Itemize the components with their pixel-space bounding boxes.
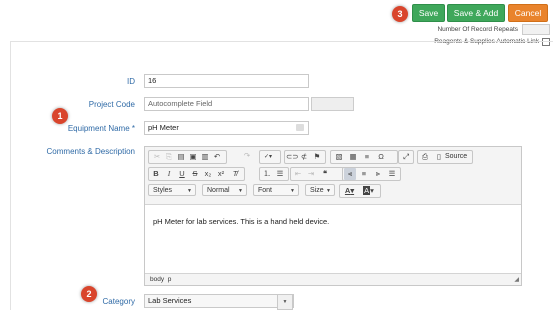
- spellcheck-group: ✓▾: [259, 150, 281, 164]
- clipboard-group: ✂ ⎘ ▤ ▣ ▥ ↶: [148, 150, 227, 164]
- background-color-button[interactable]: A▾: [360, 185, 377, 197]
- anchor-icon[interactable]: ⚑: [311, 151, 323, 163]
- remove-format-icon[interactable]: T̸: [229, 168, 241, 180]
- list-group: ⒈ ☰: [259, 167, 289, 181]
- id-field[interactable]: 16: [144, 74, 309, 88]
- cancel-button[interactable]: Cancel: [508, 4, 548, 22]
- size-dropdown-label: Size: [310, 187, 324, 194]
- source-button[interactable]: Source: [445, 151, 467, 163]
- format-dropdown-label: Normal: [207, 187, 230, 194]
- chevron-down-icon[interactable]: ▼: [277, 294, 293, 310]
- basic-styles-group: B I U S x₂ x² T̸: [148, 167, 245, 181]
- chevron-down-icon: ▼: [290, 188, 295, 194]
- strikethrough-icon[interactable]: S: [189, 168, 201, 180]
- align-group: ⫷ ≡ ⫸ ☰: [342, 167, 401, 181]
- rich-text-editor: ✂ ⎘ ▤ ▣ ▥ ↶ ↷ ✓▾ ⊂⊃ ⊄ ⚑ ▧ ▦ ≡ Ω ⤢ ⎙ ▯ So…: [144, 146, 522, 286]
- save-button[interactable]: Save: [412, 4, 445, 22]
- indent-icon[interactable]: ⇥: [305, 168, 317, 180]
- maximize-group: ⤢: [398, 150, 414, 164]
- redo-icon[interactable]: ↷: [241, 150, 253, 162]
- text-color-button[interactable]: A▾: [341, 185, 358, 197]
- styles-dropdown-label: Styles: [153, 187, 173, 194]
- category-select[interactable]: Lab Services: [144, 294, 294, 308]
- size-dropdown[interactable]: Size ▼: [305, 184, 335, 196]
- subscript-icon[interactable]: x₂: [202, 168, 214, 180]
- save-and-add-button[interactable]: Save & Add: [447, 4, 505, 22]
- project-code-label: Project Code: [88, 100, 135, 109]
- chevron-down-icon: ▼: [187, 188, 192, 194]
- copy-icon[interactable]: ⎘: [163, 151, 175, 163]
- path-body[interactable]: body: [150, 276, 164, 283]
- document-group: ⎙ ▯ Source: [417, 150, 473, 164]
- maximize-icon[interactable]: ⤢: [400, 151, 412, 163]
- horizontal-rule-icon[interactable]: ≡: [361, 151, 373, 163]
- spellcheck-icon[interactable]: ✓▾: [262, 151, 274, 163]
- superscript-icon[interactable]: x²: [215, 168, 227, 180]
- element-path: body p: [150, 276, 171, 283]
- font-dropdown-label: Font: [258, 187, 273, 194]
- indent-group: ⇤ ⇥ ❝: [290, 167, 348, 181]
- chevron-down-icon: ▼: [238, 188, 243, 194]
- callout-badge-1: 1: [52, 108, 68, 124]
- outdent-icon[interactable]: ⇤: [292, 168, 304, 180]
- cut-icon[interactable]: ✂: [151, 151, 163, 163]
- editor-paragraph: pH Meter for lab services. This is a han…: [153, 217, 330, 226]
- record-repeats-label: Number Of Record Repeats: [437, 26, 518, 33]
- project-code-field[interactable]: Autocomplete Field: [144, 97, 309, 111]
- blockquote-icon[interactable]: ❝: [319, 168, 331, 180]
- path-p[interactable]: p: [168, 276, 172, 283]
- link-group: ⊂⊃ ⊄ ⚑: [284, 150, 326, 164]
- source-icon[interactable]: ▯: [433, 151, 445, 163]
- autofill-icon: [296, 124, 304, 131]
- align-left-icon[interactable]: ⫷: [344, 168, 356, 180]
- undo-icon[interactable]: ↶: [211, 151, 223, 163]
- bulleted-list-icon[interactable]: ☰: [274, 168, 286, 180]
- font-dropdown[interactable]: Font ▼: [253, 184, 299, 196]
- chevron-down-icon: ▼: [326, 188, 331, 194]
- table-icon[interactable]: ▦: [347, 151, 359, 163]
- equipment-name-label: Equipment Name *: [67, 124, 135, 133]
- editor-content-area[interactable]: pH Meter for lab services. This is a han…: [145, 204, 521, 274]
- link-icon[interactable]: ⊂⊃: [286, 151, 299, 163]
- record-repeats-input[interactable]: [522, 24, 550, 35]
- format-dropdown[interactable]: Normal ▼: [202, 184, 247, 196]
- callout-badge-3: 3: [392, 6, 408, 22]
- italic-icon[interactable]: I: [163, 168, 175, 180]
- project-code-lookup-button[interactable]: [311, 97, 354, 111]
- preview-icon[interactable]: ⎙: [419, 151, 431, 163]
- paste-icon[interactable]: ▤: [175, 151, 187, 163]
- numbered-list-icon[interactable]: ⒈: [261, 168, 273, 180]
- justify-icon[interactable]: ☰: [386, 168, 398, 180]
- color-group: A▾ A▾: [339, 184, 381, 198]
- resize-handle-icon[interactable]: ◢: [514, 276, 519, 283]
- category-value: Lab Services: [148, 296, 192, 305]
- special-char-icon[interactable]: Ω: [375, 151, 387, 163]
- bold-icon[interactable]: B: [150, 168, 162, 180]
- equipment-name-field[interactable]: pH Meter: [144, 121, 309, 135]
- comments-description-label: Comments & Description: [46, 147, 135, 156]
- paste-text-icon[interactable]: ▣: [187, 151, 199, 163]
- align-right-icon[interactable]: ⫸: [372, 168, 384, 180]
- category-label: Category: [102, 297, 135, 306]
- styles-dropdown[interactable]: Styles ▼: [148, 184, 196, 196]
- align-center-icon[interactable]: ≡: [358, 168, 370, 180]
- insert-group: ▧ ▦ ≡ Ω: [330, 150, 398, 164]
- unlink-icon[interactable]: ⊄: [298, 151, 310, 163]
- paste-word-icon[interactable]: ▥: [199, 151, 211, 163]
- underline-icon[interactable]: U: [176, 168, 188, 180]
- id-label: ID: [127, 77, 135, 86]
- image-icon[interactable]: ▧: [333, 151, 345, 163]
